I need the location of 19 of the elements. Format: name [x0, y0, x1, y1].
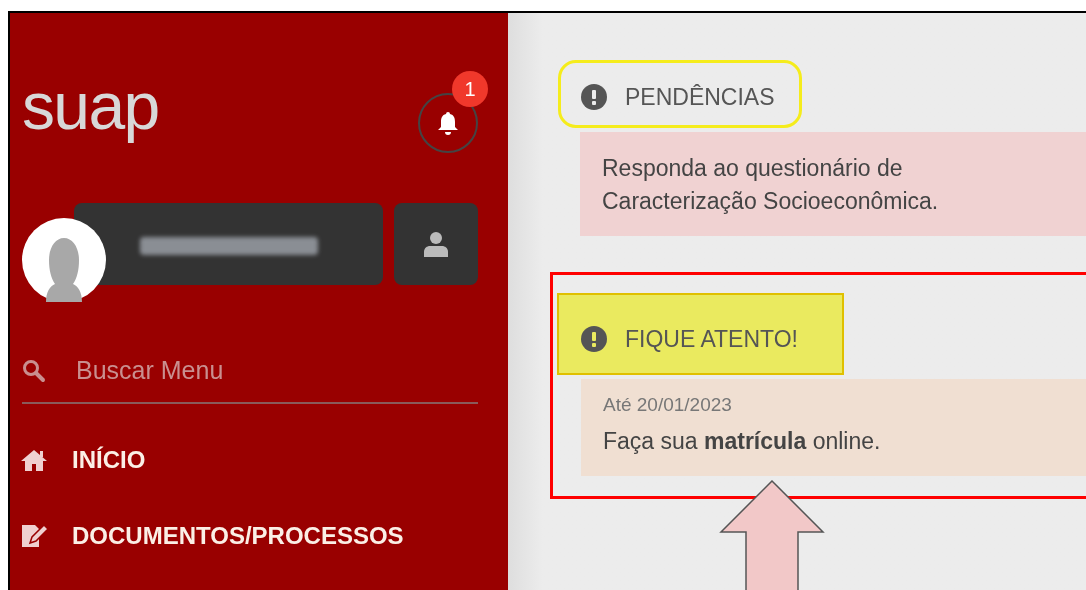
document-edit-icon [20, 522, 48, 549]
bell-icon [437, 111, 459, 135]
profile-button[interactable] [394, 203, 478, 285]
user-card[interactable] [74, 203, 383, 285]
notification-badge: 1 [452, 71, 488, 107]
logo: suap [22, 71, 159, 141]
search-field[interactable]: Buscar Menu [76, 352, 376, 390]
alert-text: Responda ao questionário de Caracterização Socioeconômica. [602, 154, 940, 216]
user-icon [424, 231, 448, 257]
home-icon [20, 447, 48, 472]
exclamation-icon [581, 326, 607, 352]
alert-title: PENDÊNCIAS [625, 83, 775, 111]
menu-item[interactable]: INÍCIO [20, 441, 478, 478]
exclamation-icon [581, 84, 607, 110]
search-icon [22, 358, 46, 383]
alert-date: Até 20/01/2023 [603, 393, 733, 417]
alert-text: Faça sua matrícula online. [603, 427, 882, 456]
alert-title: FIQUE ATENTO! [625, 325, 798, 353]
menu-item[interactable]: DOCUMENTOS/PROCESSOS [20, 517, 478, 554]
